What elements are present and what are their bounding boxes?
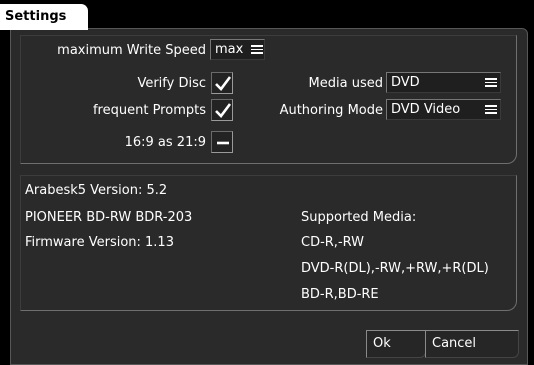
media-line: CD-R,-RW	[301, 235, 364, 250]
frequent-prompts-label: frequent Prompts	[92, 103, 206, 118]
firmware-text: Firmware Version: 1.13	[25, 235, 174, 250]
dash-icon	[217, 141, 229, 145]
frequent-prompts-checkbox[interactable]	[211, 99, 233, 121]
settings-tab[interactable]: Settings	[0, 4, 88, 30]
drive-text: PIONEER BD-RW BDR-203	[25, 210, 193, 225]
authoring-mode-value: DVD Video	[391, 102, 461, 117]
hamburger-menu-icon	[485, 105, 497, 114]
write-speed-value: max	[215, 42, 244, 57]
aspect-label: 16:9 as 21:9	[124, 135, 206, 150]
authoring-mode-label: Authoring Mode	[279, 103, 383, 118]
verify-disc-label: Verify Disc	[137, 76, 206, 91]
supported-media-title: Supported Media:	[301, 210, 417, 225]
write-speed-label: maximum Write Speed	[57, 43, 206, 58]
media-used-dropdown[interactable]: DVD	[386, 72, 501, 93]
checkmark-icon	[215, 103, 232, 118]
hamburger-menu-icon	[251, 45, 263, 54]
aspect-checkbox[interactable]	[211, 131, 233, 153]
verify-disc-checkbox[interactable]	[211, 72, 233, 94]
media-line: DVD-R(DL),-RW,+RW,+R(DL)	[301, 261, 489, 276]
authoring-mode-dropdown[interactable]: DVD Video	[386, 99, 501, 120]
ok-button[interactable]: Ok	[366, 330, 426, 358]
write-speed-dropdown[interactable]: max	[210, 39, 265, 60]
cancel-button[interactable]: Cancel	[425, 330, 519, 358]
media-used-value: DVD	[391, 75, 420, 90]
checkmark-icon	[215, 76, 232, 91]
hamburger-menu-icon	[485, 78, 497, 87]
version-text: Arabesk5 Version: 5.2	[25, 183, 168, 198]
media-line: BD-R,BD-RE	[301, 287, 379, 302]
media-used-label: Media used	[308, 76, 383, 91]
